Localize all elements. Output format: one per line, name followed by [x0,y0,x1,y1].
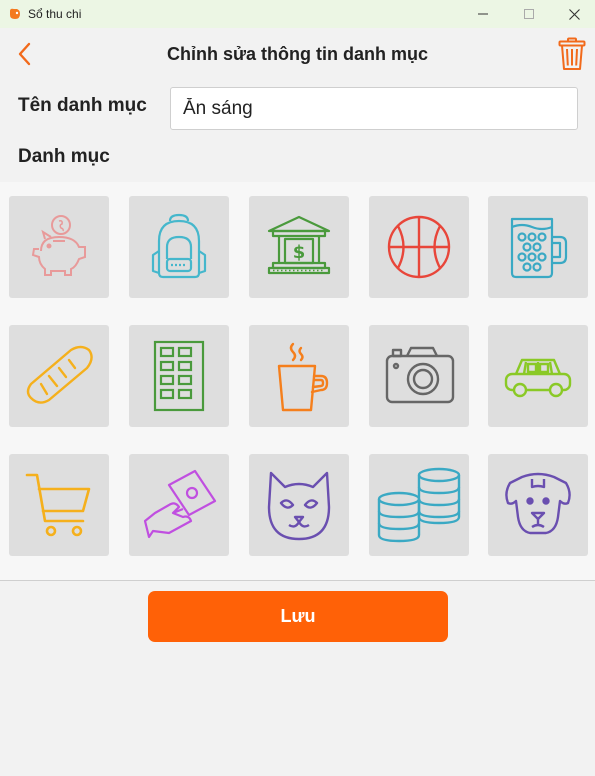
delete-button[interactable] [556,36,588,72]
bread-icon [26,345,93,404]
shopping-cart-icon [25,473,91,537]
tile-money-hand[interactable] [129,454,229,556]
coffee-cup-icon [277,342,329,412]
minimize-button[interactable] [460,0,506,28]
category-icon-label: Danh mục [18,146,110,167]
tile-bank[interactable]: $ [249,196,349,298]
building-icon [153,340,205,412]
tile-camera[interactable] [369,325,469,427]
tile-cat[interactable] [249,454,349,556]
car-icon [504,358,572,398]
category-name-input[interactable] [170,87,578,130]
trash-icon [558,37,586,70]
piggy-bank-icon [31,215,86,276]
money-hand-icon [143,469,217,539]
title-bar: Sổ thu chi [0,0,595,28]
close-icon [568,8,580,20]
svg-text:$: $ [293,242,306,263]
app-logo-icon [10,8,20,19]
tile-dog[interactable] [488,454,588,556]
cat-icon [267,471,331,541]
tile-bread[interactable] [9,325,109,427]
close-button[interactable] [551,0,595,28]
tile-coins[interactable] [369,454,469,556]
camera-icon [385,346,455,404]
minimize-icon [478,13,488,15]
tile-backpack[interactable] [129,196,229,298]
tile-car[interactable] [488,325,588,427]
tile-building[interactable] [129,325,229,427]
tile-coffee-cup[interactable] [249,325,349,427]
basketball-icon [387,215,451,279]
tile-beer-mug[interactable] [488,196,588,298]
tile-piggy-bank[interactable] [9,196,109,298]
dog-icon [505,472,571,535]
tile-basketball[interactable] [369,196,469,298]
save-button[interactable]: Lưu [148,591,448,642]
icon-grid: $ [0,182,595,580]
maximize-icon [524,9,534,19]
beer-mug-icon [510,217,568,279]
page-title: Chỉnh sửa thông tin danh mục [166,44,429,64]
tile-shopping-cart[interactable] [9,454,109,556]
category-name-label: Tên danh mục [18,95,147,116]
coins-icon [377,467,461,543]
divider-bottom [0,580,595,581]
bank-icon: $ [267,215,331,275]
backpack-icon [151,213,207,279]
window-title: Sổ thu chi [28,7,82,21]
maximize-button[interactable] [506,0,552,28]
